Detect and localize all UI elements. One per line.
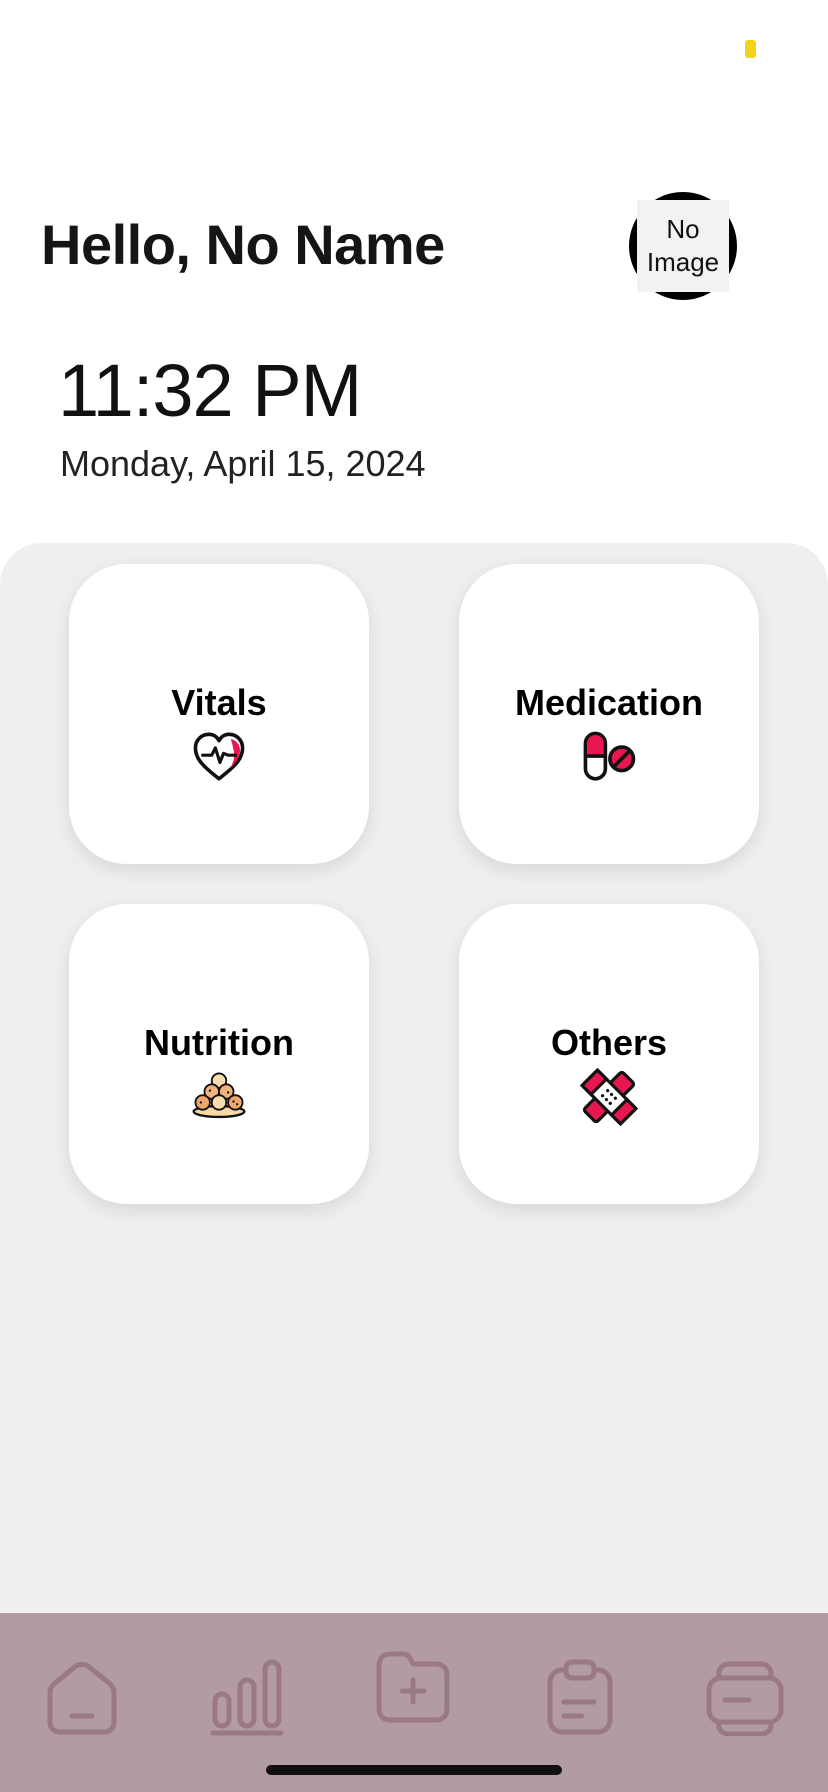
others-card[interactable]: Others [459,904,759,1204]
avatar-placeholder: No Image [637,200,729,292]
tab-clipboard[interactable] [535,1651,625,1741]
clock-time: 11:32 PM [58,349,362,432]
vitals-label: Vitals [171,682,267,723]
folder-add-icon [376,1651,450,1723]
pills-icon [459,728,759,786]
tab-card[interactable] [700,1651,790,1741]
others-label: Others [550,1022,668,1063]
home-icon [47,1662,117,1735]
home-indicator[interactable] [266,1765,562,1775]
food-plate-icon [69,1068,369,1126]
vitals-card[interactable]: Vitals [69,564,369,864]
avatar-text-line1: No [666,214,700,244]
tab-folder[interactable] [368,1641,458,1731]
status-indicator [745,40,756,58]
bar-chart-icon [210,1659,284,1736]
card-icon [706,1661,784,1736]
medication-card[interactable]: Medication [459,564,759,864]
bandage-icon [459,1068,759,1126]
greeting-title: Hello, No Name [41,213,445,276]
clock-date: Monday, April 15, 2024 [60,443,426,484]
medication-label: Medication [514,682,703,723]
avatar[interactable]: No Image [629,192,737,300]
avatar-text-line2: Image [646,247,720,277]
heart-pulse-icon [69,728,369,786]
nutrition-label: Nutrition [144,1022,294,1063]
clipboard-icon [547,1659,613,1735]
tab-stats[interactable] [202,1651,292,1741]
nutrition-card[interactable]: Nutrition [69,904,369,1204]
tab-home[interactable] [37,1651,127,1741]
